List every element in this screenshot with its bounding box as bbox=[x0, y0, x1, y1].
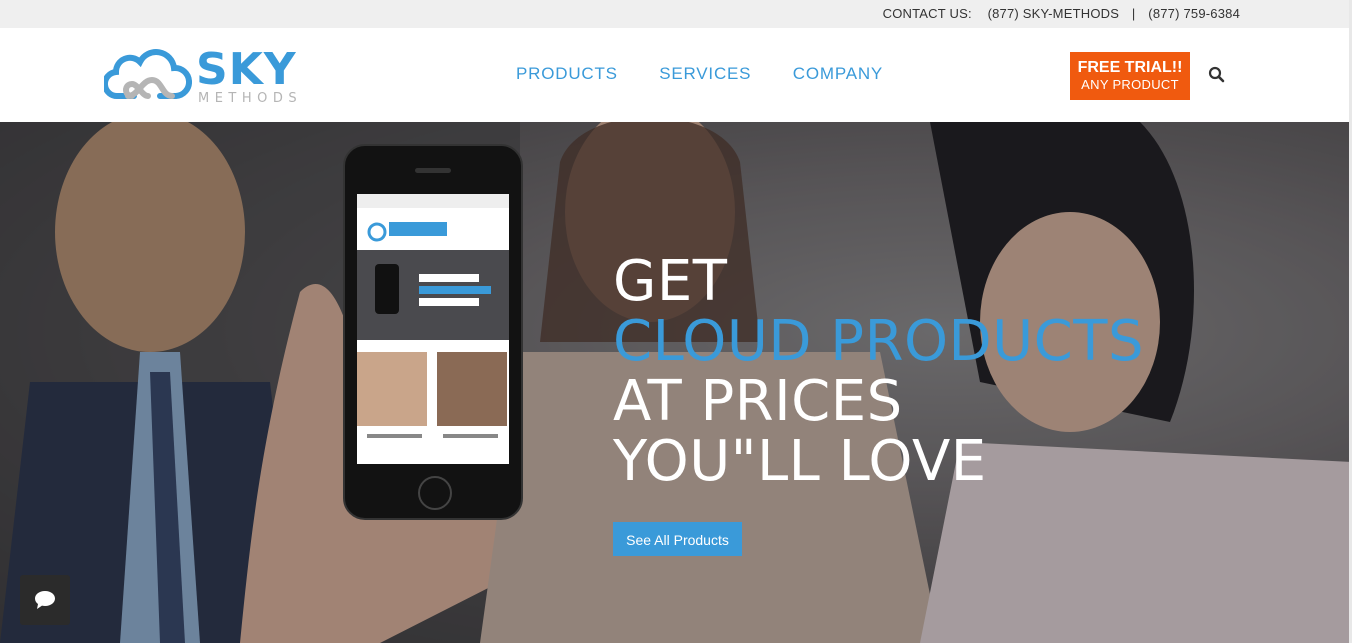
logo-subtitle: METHODS bbox=[198, 91, 303, 106]
nav-item-services[interactable]: SERVICES bbox=[659, 64, 751, 84]
chat-button[interactable] bbox=[20, 575, 70, 625]
any-product-label: ANY PRODUCT bbox=[1081, 77, 1179, 92]
site-logo[interactable]: SKY METHODS bbox=[104, 44, 324, 110]
hero-line-1: GET bbox=[613, 249, 728, 314]
phone-home-button bbox=[418, 476, 452, 510]
search-icon bbox=[1208, 66, 1225, 83]
hero-headline: GET CLOUD PRODUCTS AT PRICES YOU"LL LOVE bbox=[613, 252, 1144, 492]
hero-line-2: CLOUD PRODUCTS bbox=[613, 309, 1145, 374]
nav-item-company[interactable]: COMPANY bbox=[793, 64, 883, 84]
free-trial-button[interactable]: FREE TRIAL!! ANY PRODUCT bbox=[1070, 52, 1190, 100]
see-all-products-button[interactable]: See All Products bbox=[613, 522, 742, 556]
phone-screen bbox=[357, 194, 509, 464]
free-trial-label: FREE TRIAL!! bbox=[1077, 59, 1183, 76]
phone-vanity-link[interactable]: (877) SKY-METHODS bbox=[988, 6, 1120, 21]
nav-item-products[interactable]: PRODUCTS bbox=[516, 64, 618, 84]
contact-separator: | bbox=[1131, 6, 1136, 21]
phone-number-link[interactable]: (877) 759-6384 bbox=[1148, 6, 1240, 21]
logo-wordmark: SKY bbox=[196, 44, 297, 95]
main-nav: PRODUCTS SERVICES COMPANY bbox=[516, 64, 920, 84]
hero-line-3: AT PRICES bbox=[613, 369, 903, 434]
phone-mockup-image bbox=[343, 144, 523, 520]
chat-bubble-icon bbox=[35, 591, 55, 609]
cloud-logo-icon bbox=[104, 49, 192, 100]
hero-banner: GET CLOUD PRODUCTS AT PRICES YOU"LL LOVE… bbox=[0, 122, 1352, 643]
site-header: SKY METHODS PRODUCTS SERVICES COMPANY FR… bbox=[0, 28, 1352, 122]
phone-screen-preview bbox=[357, 194, 509, 438]
contact-label: CONTACT US: bbox=[882, 6, 972, 21]
hero-line-4: YOU"LL LOVE bbox=[613, 429, 987, 494]
search-button[interactable] bbox=[1208, 66, 1226, 84]
top-contact-bar: CONTACT US: (877) SKY-METHODS | (877) 75… bbox=[0, 0, 1352, 28]
contact-info: CONTACT US: (877) SKY-METHODS | (877) 75… bbox=[883, 6, 1240, 21]
phone-speaker bbox=[415, 168, 451, 173]
